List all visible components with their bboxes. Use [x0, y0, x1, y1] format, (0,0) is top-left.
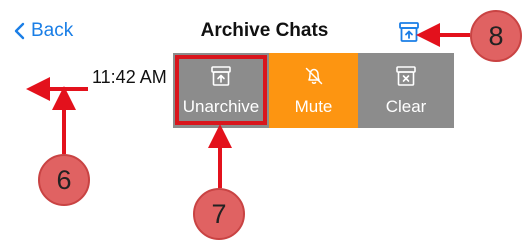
- annotation-marker-8: 8: [470, 10, 522, 62]
- annotation-arrows: [26, 23, 470, 188]
- annotation-marker-6: 6: [38, 154, 90, 206]
- annotation-marker-7: 7: [193, 188, 245, 240]
